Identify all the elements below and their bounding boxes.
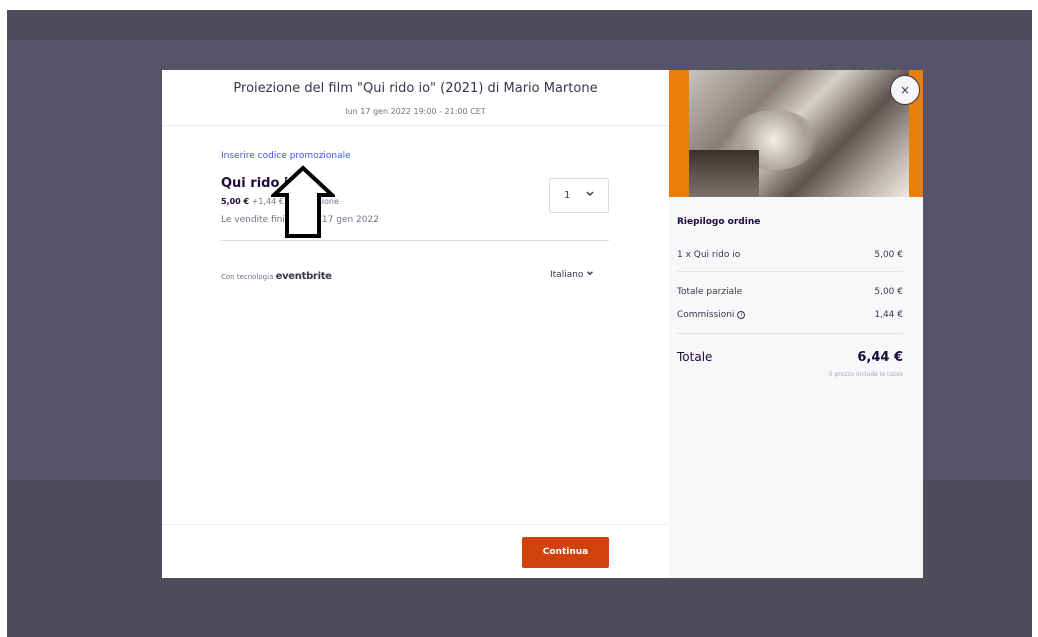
summary-divider — [677, 333, 903, 334]
powered-prefix: Con tecnologia — [221, 273, 274, 281]
language-select[interactable]: Italiano — [550, 269, 594, 280]
chevron-down-icon — [586, 270, 594, 280]
total-label: Totale — [677, 350, 713, 364]
up-arrow-annotation-icon — [268, 165, 338, 244]
fees-label: Commissioni — [677, 310, 735, 320]
chevron-down-icon — [585, 188, 595, 201]
continue-button[interactable]: Continua — [522, 537, 609, 568]
modal-footer: Continua — [162, 524, 669, 578]
tax-note: Il prezzo include le tasse — [829, 371, 903, 378]
promo-code-link[interactable]: Inserire codice promozionale — [221, 151, 351, 161]
event-title: Proiezione del film "Qui rido io" (2021)… — [233, 81, 598, 96]
summary-divider — [677, 271, 903, 272]
quantity-value: 1 — [564, 190, 571, 201]
event-image: × — [669, 70, 923, 197]
summary-heading: Riepilogo ordine — [677, 217, 761, 227]
info-icon[interactable]: i — [737, 310, 746, 319]
fees-value: 1,44 € — [874, 310, 903, 320]
modal-header: Proiezione del film "Qui rido io" (2021)… — [162, 70, 669, 126]
order-summary-panel: × Riepilogo ordine 1 x Qui rido io 5,00 … — [669, 70, 923, 578]
event-datetime: lun 17 gen 2022 19:00 - 21:00 CET — [345, 107, 486, 116]
eventbrite-logo[interactable]: eventbrite — [276, 271, 332, 282]
close-icon[interactable]: × — [890, 75, 920, 105]
subtotal-label: Totale parziale — [677, 287, 743, 297]
total-value: 6,44 € — [857, 350, 903, 365]
checkout-modal: Proiezione del film "Qui rido io" (2021)… — [162, 70, 923, 578]
event-photo-shadow — [689, 150, 759, 197]
line-item-label: 1 x Qui rido io — [677, 250, 741, 260]
powered-by: Con tecnologia eventbrite — [221, 271, 332, 282]
checkout-main-panel: Proiezione del film "Qui rido io" (2021)… — [162, 70, 669, 578]
fees-label-wrap: Commissioni i — [677, 310, 746, 320]
line-item-value: 5,00 € — [874, 250, 903, 260]
quantity-select[interactable]: 1 — [549, 178, 609, 213]
language-label: Italiano — [550, 270, 584, 280]
subtotal-value: 5,00 € — [874, 287, 903, 297]
ticket-price-value: 5,00 € — [221, 197, 250, 206]
